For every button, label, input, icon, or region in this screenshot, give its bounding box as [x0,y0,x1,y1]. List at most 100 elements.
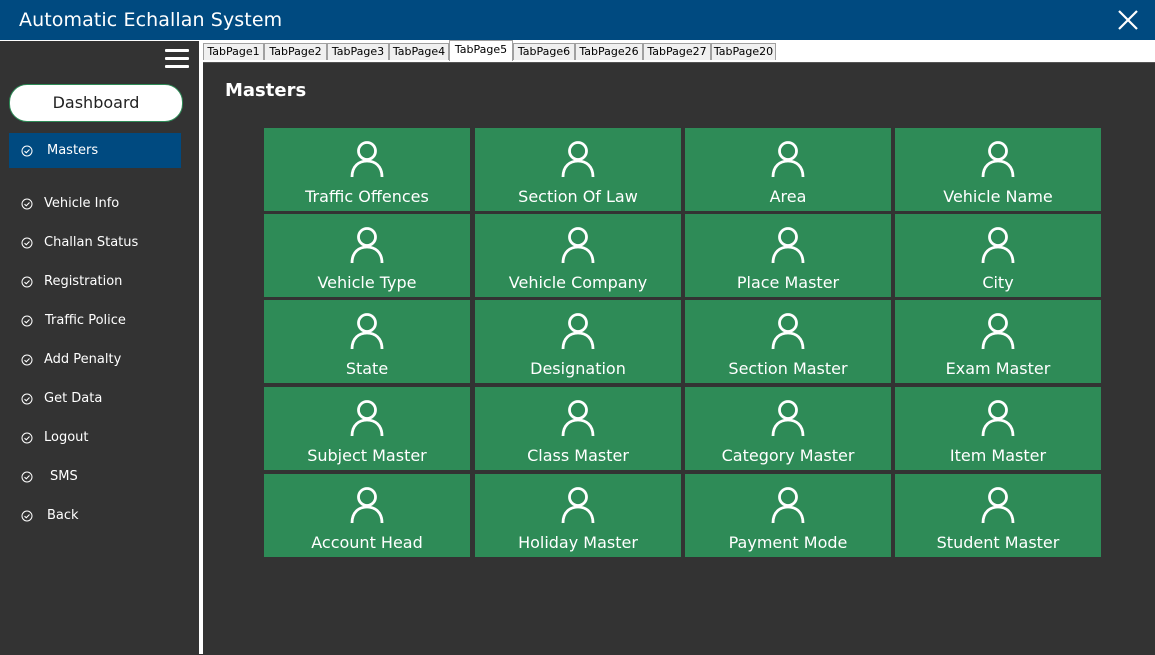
tab-tabpage2[interactable]: TabPage2 [264,43,327,60]
page-title: Masters [225,80,307,101]
tile-label: Section Master [728,359,848,378]
dashboard-button[interactable]: Dashboard [9,84,183,122]
check-circle-icon [21,354,33,366]
sidebar-item-back[interactable]: Back [9,498,181,533]
tile-label: Vehicle Name [943,187,1053,206]
tile-section-of-law[interactable]: Section Of Law [475,128,681,211]
user-icon [350,227,384,264]
tile-label: Area [769,187,807,206]
tile-place-master[interactable]: Place Master [685,214,891,297]
user-icon [350,141,384,178]
check-circle-icon [21,315,33,327]
sidebar-item-label: Challan Status [44,235,139,250]
check-circle-icon [21,198,33,210]
tile-vehicle-company[interactable]: Vehicle Company [475,214,681,297]
user-icon [771,141,805,178]
sidebar-item-vehicle-info[interactable]: Vehicle Info [9,186,181,221]
sidebar-item-challan-status[interactable]: Challan Status [9,225,181,260]
user-icon [981,313,1015,350]
sidebar-item-add-penalty[interactable]: Add Penalty [9,342,181,377]
tile-label: Payment Mode [728,533,848,552]
user-icon [771,487,805,524]
sidebar-item-label: Traffic Police [45,313,126,328]
tab-tabpage26[interactable]: TabPage26 [575,43,643,60]
tile-area[interactable]: Area [685,128,891,211]
user-icon [771,313,805,350]
sidebar-item-registration[interactable]: Registration [9,264,181,299]
sidebar-item-label: Masters [47,143,99,158]
tile-city[interactable]: City [895,214,1101,297]
close-icon [1118,10,1138,30]
tile-label: Item Master [949,446,1047,465]
user-icon [981,487,1015,524]
check-circle-icon [21,276,33,288]
tile-student-master[interactable]: Student Master [895,474,1101,557]
tile-designation[interactable]: Designation [475,300,681,383]
check-circle-icon [21,145,33,157]
check-circle-icon [21,237,33,249]
tile-item-master[interactable]: Item Master [895,387,1101,470]
sidebar-item-masters[interactable]: Masters [9,133,181,168]
check-circle-icon [21,471,33,483]
sidebar: Dashboard Masters Vehicle Info Challan Sta… [0,40,199,655]
tile-state[interactable]: State [264,300,470,383]
tile-label: Exam Master [945,359,1051,378]
user-icon [561,400,595,437]
tab-tabpage3[interactable]: TabPage3 [327,43,389,60]
tab-tabpage27[interactable]: TabPage27 [643,43,711,60]
user-icon [771,400,805,437]
user-icon [771,227,805,264]
tab-tabpage20[interactable]: TabPage20 [711,43,776,60]
tab-tabpage4[interactable]: TabPage4 [389,43,449,60]
tile-label: Category Master [721,446,855,465]
tile-label: Class Master [527,446,629,465]
sidebar-item-label: Back [47,508,79,523]
user-icon [561,227,595,264]
tile-traffic-offences[interactable]: Traffic Offences [264,128,470,211]
tab-tabpage5[interactable]: TabPage5 [449,40,513,61]
tile-section-master[interactable]: Section Master [685,300,891,383]
user-icon [981,227,1015,264]
tile-label: Vehicle Company [508,273,648,292]
user-icon [561,141,595,178]
sidebar-item-label: Vehicle Info [44,196,120,211]
tab-tabpage1[interactable]: TabPage1 [203,43,264,60]
sidebar-item-traffic-police[interactable]: Traffic Police [9,303,181,338]
user-icon [350,400,384,437]
app-title: Automatic Echallan System [19,9,283,31]
tile-label: Subject Master [307,446,427,465]
sidebar-item-get-data[interactable]: Get Data [9,381,181,416]
sidebar-item-label: Registration [44,274,123,289]
tile-label: Account Head [311,533,423,552]
title-bar: Automatic Echallan System [0,0,1155,40]
sidebar-item-label: Logout [44,430,89,445]
user-icon [350,313,384,350]
check-circle-icon [21,510,33,522]
tile-vehicle-name[interactable]: Vehicle Name [895,128,1101,211]
menu-icon[interactable] [165,49,189,69]
tile-payment-mode[interactable]: Payment Mode [685,474,891,557]
close-button[interactable] [1115,7,1141,33]
tile-label: City [982,273,1014,292]
user-icon [981,400,1015,437]
user-icon [350,487,384,524]
user-icon [561,313,595,350]
sidebar-item-logout[interactable]: Logout [9,420,181,455]
tile-holiday-master[interactable]: Holiday Master [475,474,681,557]
check-circle-icon [21,393,33,405]
tile-label: Place Master [736,273,840,292]
tile-category-master[interactable]: Category Master [685,387,891,470]
check-circle-icon [21,432,33,444]
tile-label: Traffic Offences [305,187,429,206]
tab-tabpage6[interactable]: TabPage6 [513,43,575,60]
tile-vehicle-type[interactable]: Vehicle Type [264,214,470,297]
sidebar-item-sms[interactable]: SMS [9,459,181,494]
user-icon [561,487,595,524]
tile-label: Holiday Master [518,533,638,552]
tile-class-master[interactable]: Class Master [475,387,681,470]
tile-subject-master[interactable]: Subject Master [264,387,470,470]
sidebar-item-label: SMS [50,469,78,484]
tile-label: Vehicle Type [317,273,417,292]
tile-exam-master[interactable]: Exam Master [895,300,1101,383]
tile-account-head[interactable]: Account Head [264,474,470,557]
